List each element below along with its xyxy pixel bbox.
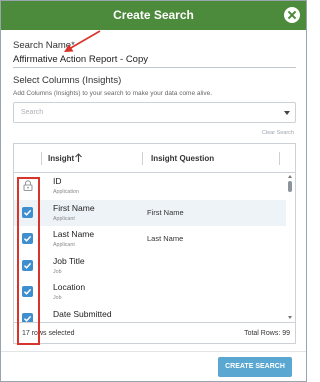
insight-name: Date Submitted [53,308,112,319]
insight-name: First Name [53,202,95,213]
grid-footer: 17 rows selected Total Rows: 99 [14,322,295,343]
insight-category: Applicant [53,215,75,222]
create-search-dialog: Create Search Search Name* Affirmative A… [0,0,307,382]
create-search-button[interactable]: CREATE SEARCH [218,357,292,377]
dialog-title: Create Search [113,8,194,22]
insights-grid: Insight Insight Question ID Application [13,143,296,344]
insight-category: Job [53,295,62,301]
scroll-thumb[interactable] [288,181,292,192]
insight-question: First Name [147,207,184,217]
insight-category: Applicant [53,242,75,248]
checkbox-highlight-box [17,177,40,345]
insight-name: Job Title [53,255,85,266]
total-rows-count: Total Rows: 99 [244,330,290,337]
insight-category: Job [53,268,62,275]
table-row[interactable]: First Name Applicant First Name [14,199,286,226]
insight-question: Last Name [147,234,184,243]
column-header-insight-question[interactable]: Insight Question [151,154,214,163]
footer-divider [1,351,306,352]
search-name-label: Search Name* [13,40,75,51]
select-columns-hint: Add Columns (Insights) to your search to… [13,90,213,97]
table-row[interactable]: Location Job [14,279,286,306]
select-columns-title: Select Columns (Insights) [13,75,122,86]
sort-ascending-icon[interactable] [74,153,83,163]
column-divider [142,152,143,165]
insight-search-select[interactable]: Search [13,102,296,123]
column-header-insight[interactable]: Insight [48,154,74,163]
caret-down-icon[interactable] [284,111,290,115]
grid-scrollbar[interactable] [287,173,293,322]
insight-category: Application [53,189,79,195]
close-icon[interactable] [284,7,300,23]
clear-search-link[interactable]: Clear Search [262,130,294,136]
search-name-underline [13,67,296,68]
search-placeholder: Search [21,109,44,116]
scroll-down-icon[interactable] [288,316,292,319]
table-row[interactable]: ID Application [14,173,286,200]
insight-name: Location [53,282,86,292]
table-row[interactable]: Last Name Applicant Last Name [14,226,286,253]
column-divider [41,152,42,165]
table-row[interactable]: Job Title Job [14,253,286,280]
column-divider [279,152,280,165]
scroll-up-icon[interactable] [288,175,292,178]
insight-name: Last Name [53,229,95,239]
grid-header: Insight Insight Question [14,144,295,173]
grid-rows: ID Application First Name Applicant Firs… [14,173,295,324]
insight-name: ID [53,176,62,186]
dialog-header: Create Search [1,1,306,30]
search-name-input[interactable]: Affirmative Action Report - Copy [13,54,148,65]
